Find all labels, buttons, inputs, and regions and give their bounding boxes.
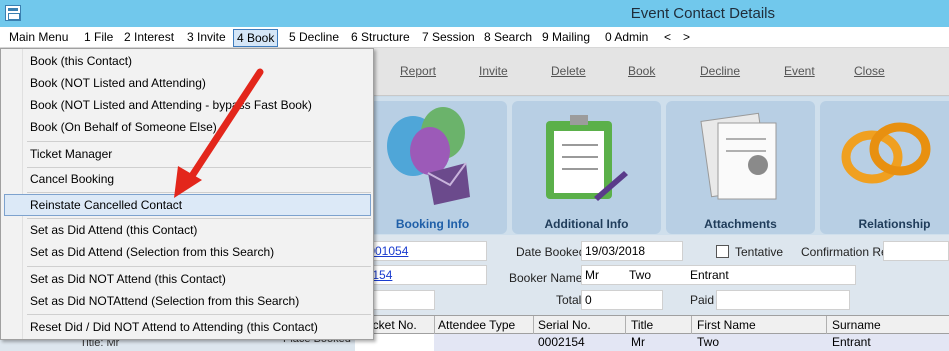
cell-first: Two (697, 335, 720, 349)
tile-attachments[interactable]: Attachments (666, 101, 815, 234)
cell-title: Mr (631, 335, 645, 349)
tile-attachments-label: Attachments (704, 217, 777, 231)
clipboard-icon (546, 115, 628, 201)
window-title: Event Contact Details (630, 5, 775, 22)
booking-ref-field[interactable]: G001054 (355, 241, 487, 261)
tentative-label: Tentative (735, 245, 784, 259)
booker-last: Entrant (690, 268, 729, 282)
col-separator (625, 316, 626, 335)
tentative-checkbox[interactable] (716, 245, 729, 258)
menu-item-did-attend-selection[interactable]: Set as Did Attend (Selection from this S… (30, 242, 274, 262)
paid-field[interactable] (716, 290, 850, 310)
balloons-icon (387, 107, 470, 205)
menu-interest[interactable]: 2 Interest (121, 29, 177, 47)
documents-icon (700, 112, 777, 200)
col-separator (533, 316, 534, 335)
total-label: Total (556, 293, 582, 307)
report-button[interactable]: Report (400, 64, 436, 78)
date-booked-field[interactable]: 19/03/2018 (581, 241, 683, 261)
col-first-name[interactable]: First Name (697, 318, 756, 332)
menu-item-did-attend-contact[interactable]: Set as Did Attend (this Contact) (30, 220, 197, 240)
col-serial-no[interactable]: Serial No. (538, 318, 591, 332)
menu-item-did-not-attend-contact[interactable]: Set as Did NOT Attend (this Contact) (30, 269, 226, 289)
menu-decline[interactable]: 5 Decline (286, 29, 342, 47)
col-attendee-type[interactable]: Attendee Type (438, 318, 515, 332)
menu-book[interactable]: 4 Book (233, 29, 279, 47)
tile-booking-info-label: Booking Info (395, 217, 470, 231)
toolbar: Report Invite Delete Book Decline Event … (374, 48, 949, 96)
menu-scroll-left[interactable]: < (661, 29, 674, 47)
serial-ref-field[interactable]: 02154 (355, 265, 487, 285)
rings-icon (841, 122, 931, 184)
confirmation-ref-field[interactable] (883, 241, 949, 261)
menu-scroll-right[interactable]: > (680, 29, 693, 47)
tile-booking-info[interactable]: Booking Info (358, 101, 507, 234)
decline-button[interactable]: Decline (700, 64, 740, 78)
menu-separator (27, 314, 371, 315)
menu-item-book-this-contact[interactable]: Book (this Contact) (30, 51, 132, 71)
cell-surname: Entrant (832, 335, 871, 349)
menu-bar: Main Menu 1 File 2 Interest 3 Invite 4 B… (0, 27, 949, 48)
booker-name-field[interactable]: Mr Two Entrant (581, 265, 856, 285)
total-field[interactable]: 0 (581, 290, 663, 310)
title-bar: Event Contact Details (0, 0, 949, 27)
close-button[interactable]: Close (854, 64, 885, 78)
booker-title: Mr (585, 268, 599, 282)
booker-name-label: Booker Name (509, 271, 583, 285)
book-button[interactable]: Book (628, 64, 655, 78)
col-separator (691, 316, 692, 335)
menu-search[interactable]: 8 Search (481, 29, 535, 47)
cell-serial: 0002154 (538, 335, 585, 349)
col-title[interactable]: Title (631, 318, 653, 332)
menu-admin[interactable]: 0 Admin (602, 29, 651, 47)
col-surname[interactable]: Surname (832, 318, 881, 332)
menu-mailing[interactable]: 9 Mailing (539, 29, 593, 47)
tile-relationship[interactable]: Relationship (820, 101, 949, 234)
menu-item-cancel-booking[interactable]: Cancel Booking (30, 169, 114, 189)
tile-additional-info[interactable]: Additional Info (512, 101, 661, 234)
menu-item-did-not-attend-selection[interactable]: Set as Did NOTAttend (Selection from thi… (30, 291, 299, 311)
menu-session[interactable]: 7 Session (419, 29, 478, 47)
booker-first: Two (629, 268, 652, 282)
menu-structure[interactable]: 6 Structure (348, 29, 413, 47)
menu-main-menu[interactable]: Main Menu (6, 29, 71, 47)
menu-invite[interactable]: 3 Invite (184, 29, 229, 47)
confirmation-ref-label: Confirmation Ref (801, 245, 892, 259)
menu-file[interactable]: 1 File (81, 29, 116, 47)
row-selection (434, 334, 949, 351)
table-row[interactable]: 0002154 Mr Two Entrant (355, 334, 949, 351)
event-button[interactable]: Event (784, 64, 815, 78)
attendee-grid-header: icket No. Attendee Type Serial No. Title… (355, 315, 949, 335)
delete-button[interactable]: Delete (551, 64, 586, 78)
red-arrow-icon (174, 68, 264, 198)
menu-item-reset-attend[interactable]: Reset Did / Did NOT Attend to Attending … (30, 317, 318, 337)
col-separator (434, 316, 435, 335)
col-ticket-no[interactable]: icket No. (370, 318, 417, 332)
paid-label: Paid (690, 293, 715, 307)
invite-button[interactable]: Invite (479, 64, 508, 78)
date-booked-label: Date Booked (516, 245, 586, 259)
menu-separator (27, 266, 371, 267)
col-separator (826, 316, 827, 335)
tile-relationship-label: Relationship (858, 217, 931, 231)
menu-item-ticket-manager[interactable]: Ticket Manager (30, 144, 112, 164)
tile-additional-info-label: Additional Info (544, 217, 629, 231)
menu-separator (27, 218, 371, 219)
